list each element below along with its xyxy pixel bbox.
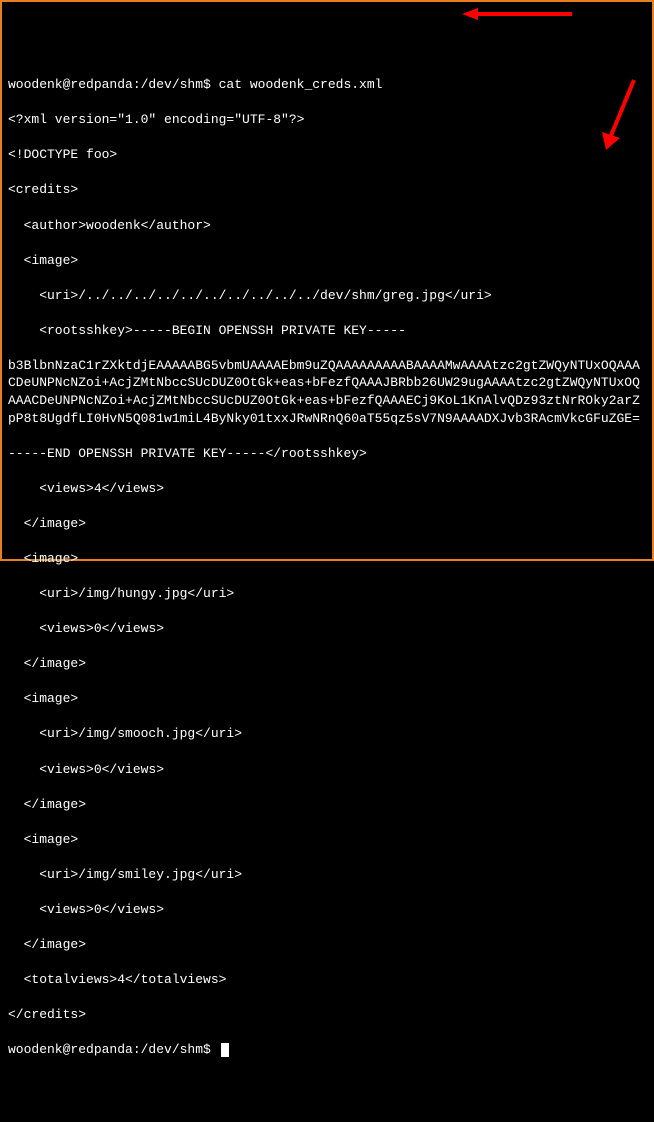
prompt-text: woodenk@redpanda:/dev/shm$ (8, 1042, 219, 1057)
image1-views: <views>4</views> (8, 480, 646, 498)
ssh-key-body: b3BlbnNzaC1rZXktdjEAAAAABG5vbmUAAAAEbm9u… (8, 357, 646, 427)
prompt-line-1: woodenk@redpanda:/dev/shm$ cat woodenk_c… (8, 76, 646, 94)
image2-open: <image> (8, 550, 646, 568)
xml-declaration: <?xml version="1.0" encoding="UTF-8"?> (8, 111, 646, 129)
image2-uri: <uri>/img/hungy.jpg</uri> (8, 585, 646, 603)
image3-open: <image> (8, 690, 646, 708)
image3-views: <views>0</views> (8, 761, 646, 779)
image1-open: <image> (8, 252, 646, 270)
prompt-line-2[interactable]: woodenk@redpanda:/dev/shm$ (8, 1041, 646, 1059)
credits-open: <credits> (8, 181, 646, 199)
cursor-icon (221, 1043, 229, 1057)
doctype-line: <!DOCTYPE foo> (8, 146, 646, 164)
image2-close: </image> (8, 655, 646, 673)
image4-views: <views>0</views> (8, 901, 646, 919)
image4-open: <image> (8, 831, 646, 849)
image3-uri: <uri>/img/smooch.jpg</uri> (8, 725, 646, 743)
image1-uri: <uri>/../../../../../../../../../../dev/… (8, 287, 646, 305)
image4-close: </image> (8, 936, 646, 954)
image1-close: </image> (8, 515, 646, 533)
image2-views: <views>0</views> (8, 620, 646, 638)
credits-close: </credits> (8, 1006, 646, 1024)
rootsshkey-open: <rootsshkey>-----BEGIN OPENSSH PRIVATE K… (8, 322, 646, 340)
totalviews-line: <totalviews>4</totalviews> (8, 971, 646, 989)
image3-close: </image> (8, 796, 646, 814)
rootsshkey-close: -----END OPENSSH PRIVATE KEY-----</roots… (8, 445, 646, 463)
arrow-annotation-icon (462, 6, 572, 26)
image4-uri: <uri>/img/smiley.jpg</uri> (8, 866, 646, 884)
author-line: <author>woodenk</author> (8, 217, 646, 235)
